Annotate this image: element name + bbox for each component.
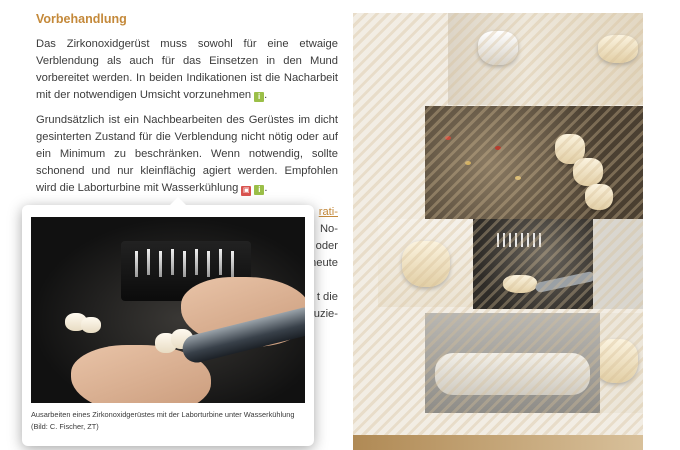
- popup-arrow: [170, 197, 186, 205]
- collage-bottom-bar: [353, 435, 643, 450]
- image-collage[interactable]: [353, 13, 643, 450]
- paragraph-2-text: Grundsätzlich ist ein Nachbearbeiten des…: [36, 114, 338, 194]
- section-heading: Vorbehandlung: [36, 12, 127, 26]
- page: Vorbehandlung Das Zirkonoxidgerüst muss …: [0, 0, 680, 450]
- photo-icon[interactable]: ▣: [241, 186, 252, 196]
- paragraph-1: Das Zirkonoxidgerüst muss sowohl für ein…: [36, 38, 338, 102]
- popup-photo: [31, 217, 305, 403]
- paragraph-1-text: Das Zirkonoxidgerüst muss sowohl für ein…: [36, 38, 338, 101]
- popup-caption: Ausarbeiten eines Zirkonoxidgerüstes mit…: [31, 410, 295, 431]
- article-text: Vorbehandlung Das Zirkonoxidgerüst muss …: [36, 10, 338, 205]
- info-icon[interactable]: i: [254, 92, 265, 102]
- paragraph-2: Grundsätzlich ist ein Nachbearbeiten des…: [36, 114, 338, 196]
- info-icon[interactable]: i: [254, 185, 265, 195]
- obscured-link[interactable]: rati-: [319, 206, 338, 218]
- image-popup[interactable]: Ausarbeiten eines Zirkonoxidgerüstes mit…: [22, 197, 314, 446]
- stripe-overlay: [353, 13, 643, 450]
